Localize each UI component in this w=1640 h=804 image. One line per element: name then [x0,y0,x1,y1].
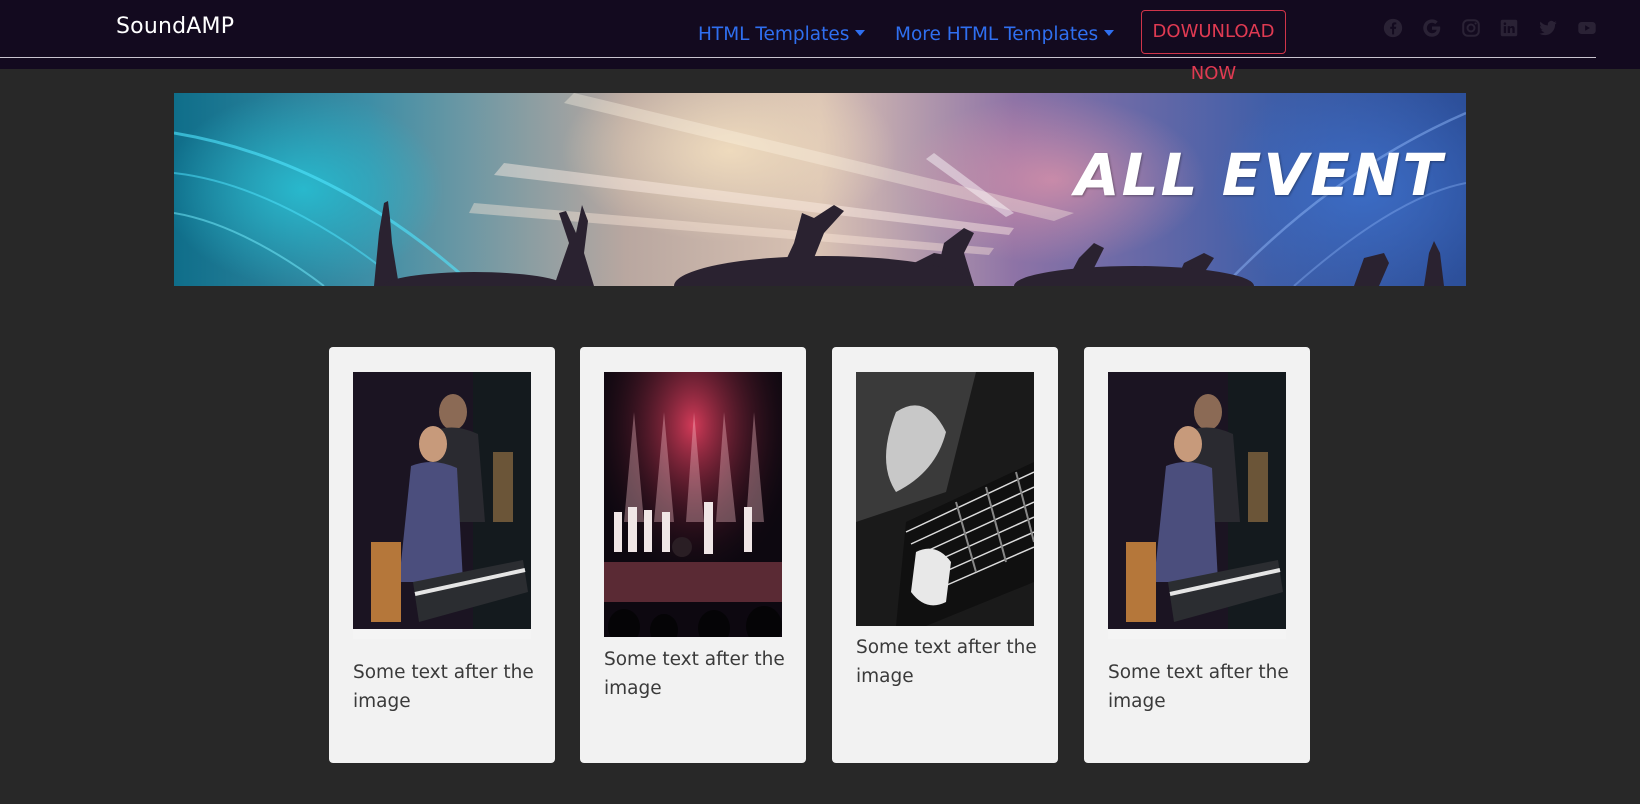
pianist-singer-photo [1108,372,1286,639]
instagram-icon[interactable] [1460,17,1482,39]
hero-title: ALL EVENT [1074,141,1444,209]
event-card[interactable]: Some text after the image [580,347,806,763]
caret-down-icon [855,30,866,36]
download-now-button[interactable]: DOWUNLOAD NOW [1141,10,1286,84]
nav-dropdown-more-html-templates[interactable]: More HTML Templates [895,24,1115,45]
card-caption: Some text after the image [604,649,785,699]
navbar-divider [0,57,1596,58]
nav-link-label: HTML Templates [698,24,850,45]
facebook-icon[interactable] [1382,17,1404,39]
hero-banner: ALL EVENT [174,93,1466,286]
twitter-icon[interactable] [1537,17,1559,39]
guitar-closeup-photo [856,372,1034,626]
nav-dropdown-html-templates[interactable]: HTML Templates [698,24,866,45]
pianist-singer-photo [353,372,531,639]
caret-down-icon [1104,30,1115,36]
band-on-stage-photo [604,372,782,637]
card-caption: Some text after the image [353,662,534,712]
youtube-icon[interactable] [1576,17,1598,39]
event-card[interactable]: Some text after the image [1084,347,1310,763]
card-caption: Some text after the image [1108,662,1289,712]
linkedin-icon[interactable] [1498,17,1520,39]
card-caption: Some text after the image [856,637,1037,687]
event-card[interactable]: Some text after the image [832,347,1058,763]
event-card[interactable]: Some text after the image [329,347,555,763]
navbar: SoundAMP HTML Templates More HTML Templa… [0,0,1640,84]
nav-link-label: More HTML Templates [895,24,1099,45]
brand-logo[interactable]: SoundAMP [116,14,234,39]
google-icon[interactable] [1421,17,1443,39]
